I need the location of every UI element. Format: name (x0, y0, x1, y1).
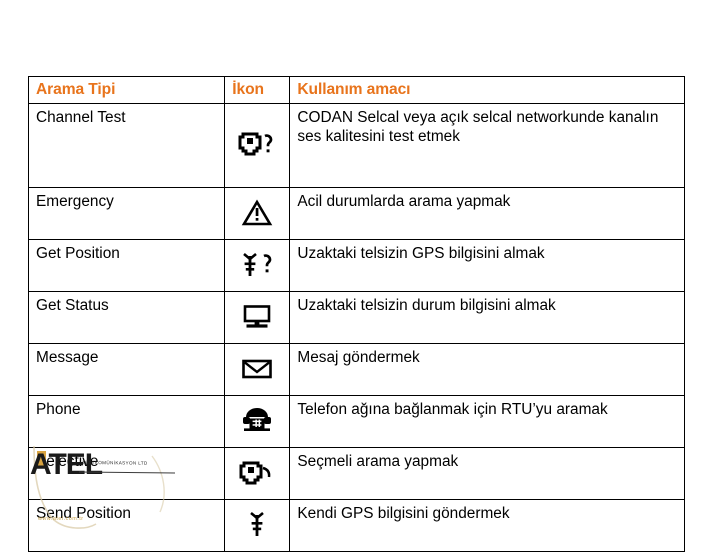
cell-usage: CODAN Selcal veya açık selcal networkund… (289, 103, 685, 189)
cell-usage: Acil durumlarda arama yapmak (289, 187, 685, 241)
cell-call-type: Get Status (27, 291, 226, 345)
cell-usage: Telefon ağına bağlanmak için RTU’yu aram… (289, 395, 685, 449)
table-row: Selective Seçmeli arama yapmak (27, 447, 685, 501)
slide-canvas: Arama Tipi İkon Kullanım amacı Channel T… (0, 0, 720, 552)
handset-question-icon (232, 108, 282, 182)
cell-call-type: Message (27, 343, 226, 397)
table-row: Phone Telefon ağına bağlanmak için RTU’y… (27, 395, 685, 449)
computer-monitor-icon (232, 296, 282, 338)
cell-call-type: Get Position (27, 239, 226, 293)
cell-usage: Seçmeli arama yapmak (289, 447, 685, 501)
envelope-icon (232, 348, 282, 390)
cell-icon (224, 291, 291, 345)
table-row: Send Position Kendi GPS bilgisini gönder… (27, 499, 685, 552)
cell-usage: Uzaktaki telsizin durum bilgisini almak (289, 291, 685, 345)
column-header-usage: Kullanım amacı (289, 75, 685, 105)
cell-call-type: Channel Test (27, 103, 226, 189)
gps-satellite-icon (232, 504, 282, 546)
cell-icon (224, 239, 291, 293)
cell-icon (224, 343, 291, 397)
cell-call-type: Send Position (27, 499, 226, 552)
cell-icon (224, 447, 291, 501)
handset-signal-icon (232, 452, 282, 494)
cell-call-type: Selective (27, 447, 226, 501)
call-types-table: Arama Tipi İkon Kullanım amacı Channel T… (27, 75, 685, 552)
table-row: Get Position Uzaktaki telsizin GPS bilgi… (27, 239, 685, 293)
cell-usage: Uzaktaki telsizin GPS bilgisini almak (289, 239, 685, 293)
cell-icon (224, 187, 291, 241)
cell-usage: Kendi GPS bilgisini göndermek (289, 499, 685, 552)
cell-usage: Mesaj göndermek (289, 343, 685, 397)
warning-triangle-icon (232, 192, 282, 234)
table-row: Get Status Uzaktaki telsizin durum bilgi… (27, 291, 685, 345)
cell-icon (224, 499, 291, 552)
table-row: Emergency Acil durumlarda arama yapmak (27, 187, 685, 241)
gps-satellite-question-icon (232, 244, 282, 286)
telephone-icon (232, 400, 282, 442)
cell-icon (224, 103, 291, 189)
table-row: Message Mesaj göndermek (27, 343, 685, 397)
cell-call-type: Emergency (27, 187, 226, 241)
cell-icon (224, 395, 291, 449)
cell-call-type: Phone (27, 395, 226, 449)
table-row: Channel Test CODAN Selcal veya açık selc… (27, 103, 685, 189)
table-header-row: Arama Tipi İkon Kullanım amacı (27, 75, 685, 105)
column-header-call-type: Arama Tipi (27, 75, 226, 105)
column-header-icon: İkon (224, 75, 291, 105)
